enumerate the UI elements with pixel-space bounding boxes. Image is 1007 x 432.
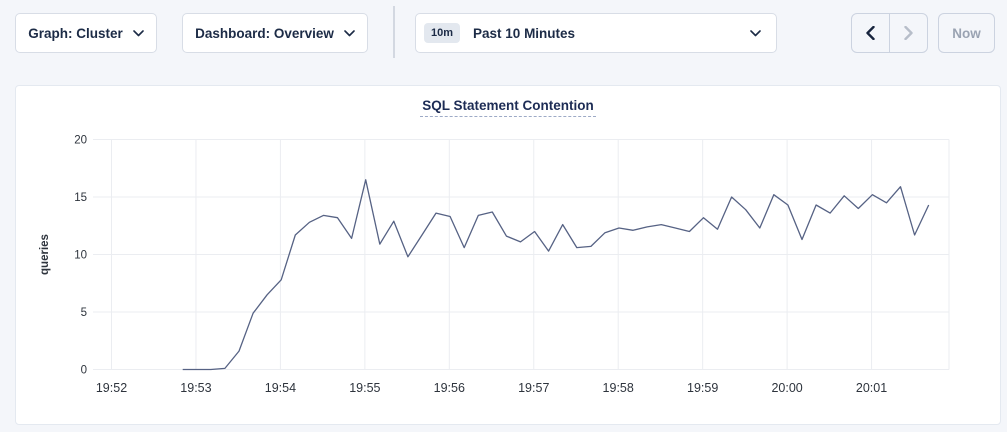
x-tick-label: 19:59 <box>687 381 718 395</box>
chevron-down-icon <box>133 30 144 37</box>
x-tick-label: 19:55 <box>349 381 380 395</box>
chart-title[interactable]: SQL Statement Contention <box>420 98 596 117</box>
contention-chart: 0 5 10 15 20 19:52 19:53 19:54 19:55 19:56 19:57 19… <box>16 86 1002 426</box>
y-tick-label: 20 <box>74 135 87 147</box>
metrics-page: Graph: Cluster Dashboard: Overview 10m P… <box>0 0 1007 432</box>
chevron-down-icon <box>344 30 355 37</box>
time-range-badge: 10m <box>424 23 460 43</box>
x-tick-label: 19:57 <box>518 381 549 395</box>
dashboard-dropdown[interactable]: Dashboard: Overview <box>182 13 368 53</box>
time-range-label: Past 10 Minutes <box>473 26 750 41</box>
x-tick-label: 19:56 <box>434 381 465 395</box>
x-tick-label: 19:54 <box>265 381 296 395</box>
x-tick-label: 20:00 <box>771 381 802 395</box>
x-tick-label: 19:58 <box>603 381 634 395</box>
x-tick-label: 19:53 <box>180 381 211 395</box>
y-tick-label: 5 <box>81 307 87 319</box>
y-axis-label: queries <box>39 234 51 275</box>
chevron-left-icon <box>866 26 875 40</box>
now-button[interactable]: Now <box>938 13 995 53</box>
graph-dropdown-label: Graph: Cluster <box>28 26 123 41</box>
chart-title-row: SQL Statement Contention <box>16 97 1000 117</box>
x-tick-label: 19:52 <box>96 381 127 395</box>
y-tick-label: 10 <box>74 250 87 262</box>
prev-time-button[interactable] <box>852 14 889 52</box>
next-time-button[interactable] <box>889 14 927 52</box>
graph-dropdown[interactable]: Graph: Cluster <box>15 13 157 53</box>
now-button-label: Now <box>952 26 981 41</box>
x-tick-label: 20:01 <box>856 381 887 395</box>
chevron-down-icon <box>750 30 761 37</box>
dashboard-dropdown-label: Dashboard: Overview <box>195 26 334 41</box>
time-shift-control <box>851 13 928 53</box>
y-tick-label: 15 <box>74 192 87 204</box>
chevron-right-icon <box>904 26 913 40</box>
chart-panel: 0 5 10 15 20 19:52 19:53 19:54 19:55 19:56 19:57 19… <box>15 85 1001 425</box>
toolbar-divider <box>393 6 395 58</box>
y-tick-label: 0 <box>81 365 87 377</box>
time-range-select[interactable]: 10m Past 10 Minutes <box>415 13 777 53</box>
chart-canvas: 0 5 10 15 20 19:52 19:53 19:54 19:55 19:56 19:57 19… <box>16 86 1002 426</box>
chart-line <box>183 180 929 370</box>
